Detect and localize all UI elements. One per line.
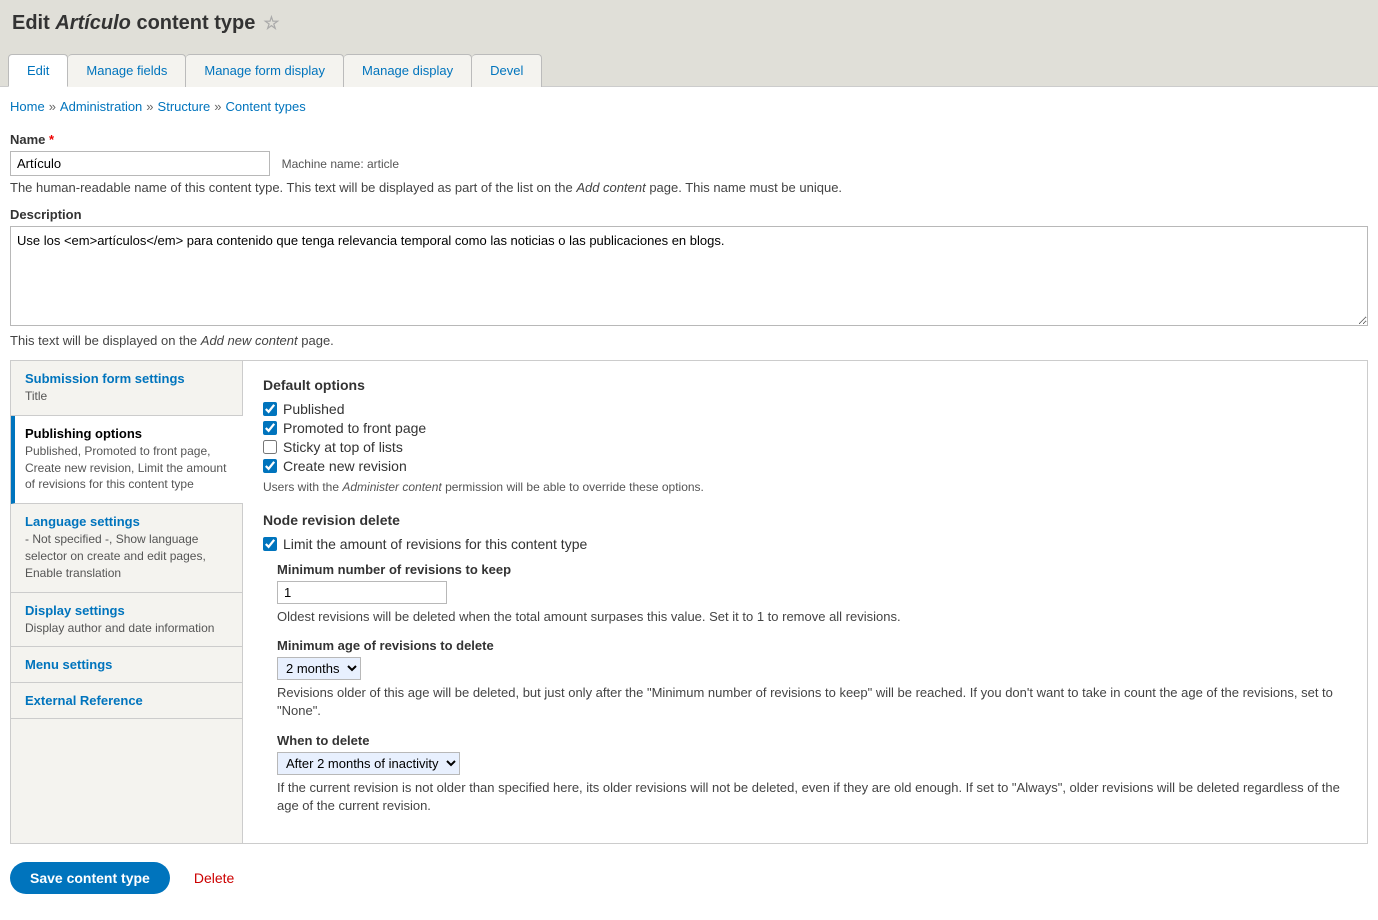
primary-tabs: EditManage fieldsManage form displayMana… (8, 53, 1370, 86)
breadcrumb-separator: » (214, 99, 221, 114)
page-title-suffix: content type (136, 12, 255, 34)
option-label: Published (283, 401, 345, 417)
delete-link[interactable]: Delete (194, 870, 234, 886)
name-description: The human-readable name of this content … (10, 180, 1368, 195)
option-label: Create new revision (283, 458, 407, 474)
description-help: This text will be displayed on the Add n… (10, 333, 1368, 348)
option-sticky-at-top-of-lists-checkbox[interactable] (263, 440, 277, 454)
min-age-label: Minimum age of revisions to delete (277, 638, 1347, 653)
vtab-summary: Published, Promoted to front page, Creat… (25, 443, 229, 493)
save-button[interactable]: Save content type (10, 862, 170, 894)
limit-revisions-label: Limit the amount of revisions for this c… (283, 536, 587, 552)
option-promoted-to-front-page-checkbox[interactable] (263, 421, 277, 435)
default-options-help: Users with the Administer content permis… (263, 480, 1347, 494)
vtab-title: Language settings (25, 514, 228, 529)
vtab-display-settings[interactable]: Display settings Display author and date … (11, 593, 242, 648)
tab-devel[interactable]: Devel (472, 54, 542, 87)
option-label: Promoted to front page (283, 420, 426, 436)
breadcrumb-link[interactable]: Content types (226, 99, 306, 114)
vertical-tabs-menu: Submission form settings Title Publishing … (11, 361, 243, 843)
vtab-external-reference[interactable]: External Reference (11, 683, 242, 719)
description-textarea[interactable] (10, 226, 1368, 326)
option-label: Sticky at top of lists (283, 439, 403, 455)
limit-revisions-checkbox[interactable] (263, 537, 277, 551)
breadcrumb: Home»Administration»Structure»Content ty… (10, 99, 1368, 114)
vtab-title: Publishing options (25, 426, 229, 441)
tab-edit[interactable]: Edit (8, 54, 68, 87)
min-age-select[interactable]: 2 months (277, 657, 361, 680)
vtab-publishing-options[interactable]: Publishing options Published, Promoted to… (11, 416, 243, 504)
vtab-title: Menu settings (25, 657, 228, 672)
when-delete-desc: If the current revision is not older tha… (277, 779, 1347, 815)
vtab-title: External Reference (25, 693, 228, 708)
option-published-checkbox[interactable] (263, 402, 277, 416)
vtab-summary: Title (25, 388, 228, 405)
machine-name-label: Machine name: article (282, 157, 399, 171)
star-icon[interactable]: ☆ (263, 13, 279, 34)
vtab-summary: - Not specified -, Show language selecto… (25, 531, 228, 581)
vtab-language-settings[interactable]: Language settings - Not specified -, Show… (11, 504, 242, 592)
node-revision-delete-legend: Node revision delete (263, 512, 1347, 528)
min-keep-desc: Oldest revisions will be deleted when th… (277, 608, 1347, 626)
when-delete-select[interactable]: After 2 months of inactivity (277, 752, 460, 775)
when-delete-label: When to delete (277, 733, 1347, 748)
default-options-legend: Default options (263, 377, 1347, 393)
breadcrumb-link[interactable]: Administration (60, 99, 142, 114)
description-label: Description (10, 207, 1368, 222)
name-label: Name * (10, 132, 1368, 147)
option-create-new-revision-checkbox[interactable] (263, 459, 277, 473)
vtab-summary: Display author and date information (25, 620, 228, 637)
page-title: Edit Artículo content type ☆ (8, 8, 1370, 53)
breadcrumb-link[interactable]: Structure (158, 99, 211, 114)
breadcrumb-separator: » (146, 99, 153, 114)
page-title-prefix: Edit (12, 12, 50, 34)
vtab-title: Submission form settings (25, 371, 228, 386)
vtab-submission-form-settings[interactable]: Submission form settings Title (11, 361, 242, 416)
vtab-title: Display settings (25, 603, 228, 618)
tab-manage-display[interactable]: Manage display (344, 54, 472, 87)
vertical-tabs-content: Default options Published Promoted to fro… (243, 361, 1367, 843)
min-keep-input[interactable] (277, 581, 447, 604)
page-title-em: Artículo (55, 12, 131, 34)
min-keep-label: Minimum number of revisions to keep (277, 562, 1347, 577)
min-age-desc: Revisions older of this age will be dele… (277, 684, 1347, 720)
tab-manage-fields[interactable]: Manage fields (68, 54, 186, 87)
vtab-menu-settings[interactable]: Menu settings (11, 647, 242, 683)
name-input[interactable] (10, 151, 270, 176)
vertical-tabs: Submission form settings Title Publishing … (10, 360, 1368, 844)
breadcrumb-link[interactable]: Home (10, 99, 45, 114)
breadcrumb-separator: » (49, 99, 56, 114)
tab-manage-form-display[interactable]: Manage form display (186, 54, 344, 87)
